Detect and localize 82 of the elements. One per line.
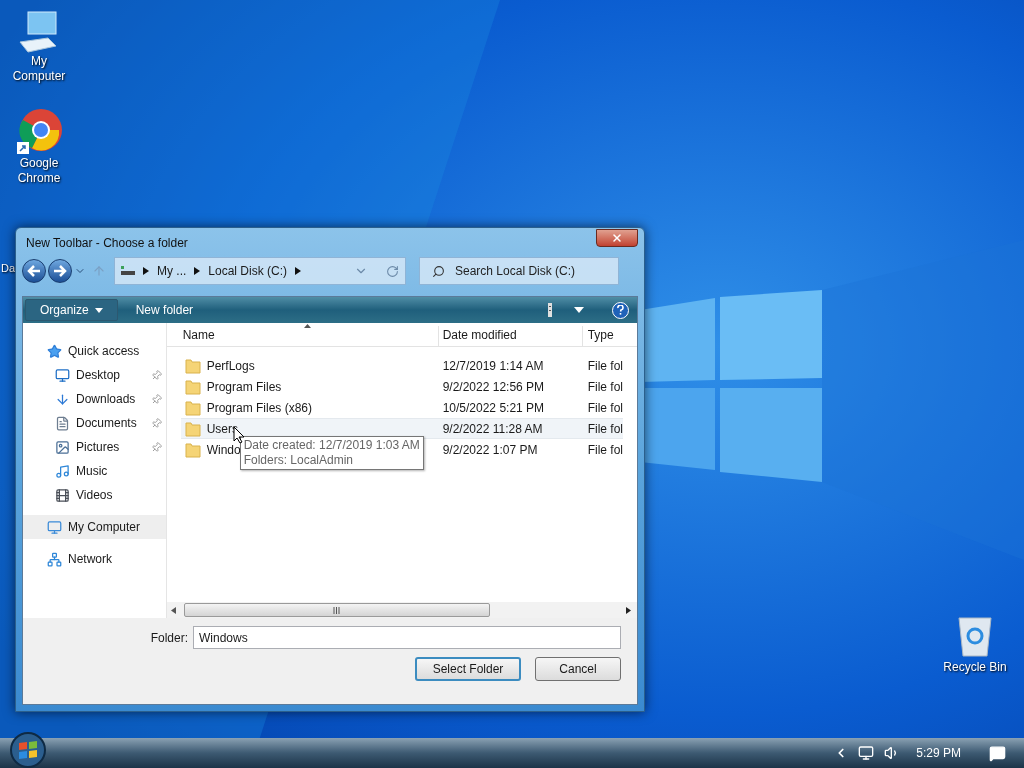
tooltip: Date created: 12/7/2019 1:03 AM Folders: LocalAdmin <box>239 436 424 470</box>
search-placeholder: Search Local Disk (C:) <box>455 263 576 280</box>
star-icon <box>47 343 62 359</box>
nav-item[interactable]: Desktop <box>23 363 166 387</box>
nav-item[interactable]: Downloads <box>23 387 166 411</box>
chrome-logo-icon <box>15 108 63 156</box>
close-button[interactable] <box>596 229 638 247</box>
forward-arrow-icon <box>53 265 67 277</box>
date-cell-text: 9/2/2022 1:07 PM <box>441 441 539 459</box>
chevron-icon[interactable] <box>143 267 149 275</box>
nav-item[interactable]: Music <box>23 459 166 483</box>
scroll-left-icon[interactable] <box>170 606 176 614</box>
type-cell-text: File fol <box>586 420 623 438</box>
file-name: Program Files <box>206 378 282 396</box>
icon-label[interactable]: Da <box>1 262 16 275</box>
cancel-button[interactable]: Cancel <box>535 657 621 681</box>
network-icon <box>47 551 62 567</box>
window-title: New Toolbar - Choose a folder <box>26 235 188 252</box>
sort-arrow-icon <box>303 324 311 328</box>
type-cell-text: File fol <box>586 357 623 375</box>
nav-item[interactable]: Pictures <box>23 435 166 459</box>
nav-group-item[interactable]: Quick access <box>23 339 166 363</box>
nav-item[interactable]: Documents <box>23 411 166 435</box>
forward-button[interactable] <box>48 259 72 283</box>
horizontal-scrollbar-thumb[interactable] <box>183 603 490 617</box>
breadcrumb-item[interactable]: Local Disk (C:) <box>208 262 288 280</box>
film-icon <box>55 487 70 503</box>
help-icon[interactable] <box>612 301 629 319</box>
dropdown-caret-icon[interactable] <box>574 307 584 313</box>
select-folder-button[interactable]: Select Folder <box>415 657 521 681</box>
clock[interactable]: 5:29 PM <box>916 744 961 762</box>
type-cell-text: File fol <box>586 441 623 459</box>
drive-icon <box>121 265 135 277</box>
folder-label: Folder: <box>150 629 188 647</box>
music-note-icon <box>55 463 70 479</box>
recycle-bin-icon <box>955 614 995 658</box>
desktop-icon <box>55 367 70 383</box>
start-button[interactable] <box>8 732 48 768</box>
notification-icon[interactable] <box>989 744 1006 762</box>
file-name: Windo <box>206 441 241 459</box>
icon-label[interactable]: Recycle Bin <box>943 658 1007 676</box>
new-folder-button[interactable]: New folder <box>135 301 194 319</box>
date-cell-text: 12/7/2019 1:14 AM <box>441 357 545 375</box>
column-header[interactable]: Date modified <box>438 326 583 346</box>
close-icon <box>611 232 623 244</box>
folder-icon <box>184 420 201 437</box>
date-cell-text: 10/5/2022 5:21 PM <box>441 399 546 417</box>
address-bar[interactable]: My ... Local Disk (C:) <box>114 257 406 285</box>
picture-frame-icon <box>55 439 70 455</box>
file-name: Program Files (x86) <box>206 399 312 417</box>
back-arrow-icon <box>27 265 41 277</box>
caret-icon <box>94 307 103 313</box>
folder-icon <box>184 441 201 458</box>
nav-group-item[interactable]: Network <box>23 547 166 571</box>
date-cell-text: 9/2/2022 11:28 AM <box>441 420 544 438</box>
chevron-icon[interactable] <box>295 267 302 275</box>
search-field[interactable]: Search Local Disk (C:) <box>419 257 619 285</box>
file-name: PerfLogs <box>206 357 255 375</box>
view-options-icon[interactable] <box>548 303 552 317</box>
breadcrumb-item[interactable]: My ... <box>157 262 187 280</box>
download-icon <box>55 391 70 407</box>
column-header[interactable]: Name <box>166 326 439 346</box>
organize-menu-button[interactable]: Organize <box>25 299 118 321</box>
folder-icon <box>184 357 201 374</box>
type-cell-text: File fol <box>586 399 623 417</box>
type-cell-text: File fol <box>586 378 623 396</box>
column-header[interactable]: Type <box>582 326 614 346</box>
search-icon <box>432 264 445 278</box>
scroll-right-icon[interactable] <box>626 606 631 614</box>
chevron-icon[interactable] <box>194 267 201 275</box>
back-button[interactable] <box>22 259 46 283</box>
icon-label[interactable]: My Computer <box>9 54 69 84</box>
computer-icon <box>47 519 62 535</box>
network-status-icon[interactable] <box>858 745 875 761</box>
folder-icon <box>184 399 201 416</box>
date-cell-text: 9/2/2022 12:56 PM <box>441 378 546 396</box>
folder-input[interactable]: Windows <box>193 626 621 649</box>
folder-icon <box>184 378 201 395</box>
icon-label[interactable]: Google Chrome <box>9 156 69 186</box>
nav-group-item[interactable]: My Computer <box>23 515 166 539</box>
nav-item[interactable]: Videos <box>23 483 166 507</box>
document-icon <box>55 415 70 431</box>
